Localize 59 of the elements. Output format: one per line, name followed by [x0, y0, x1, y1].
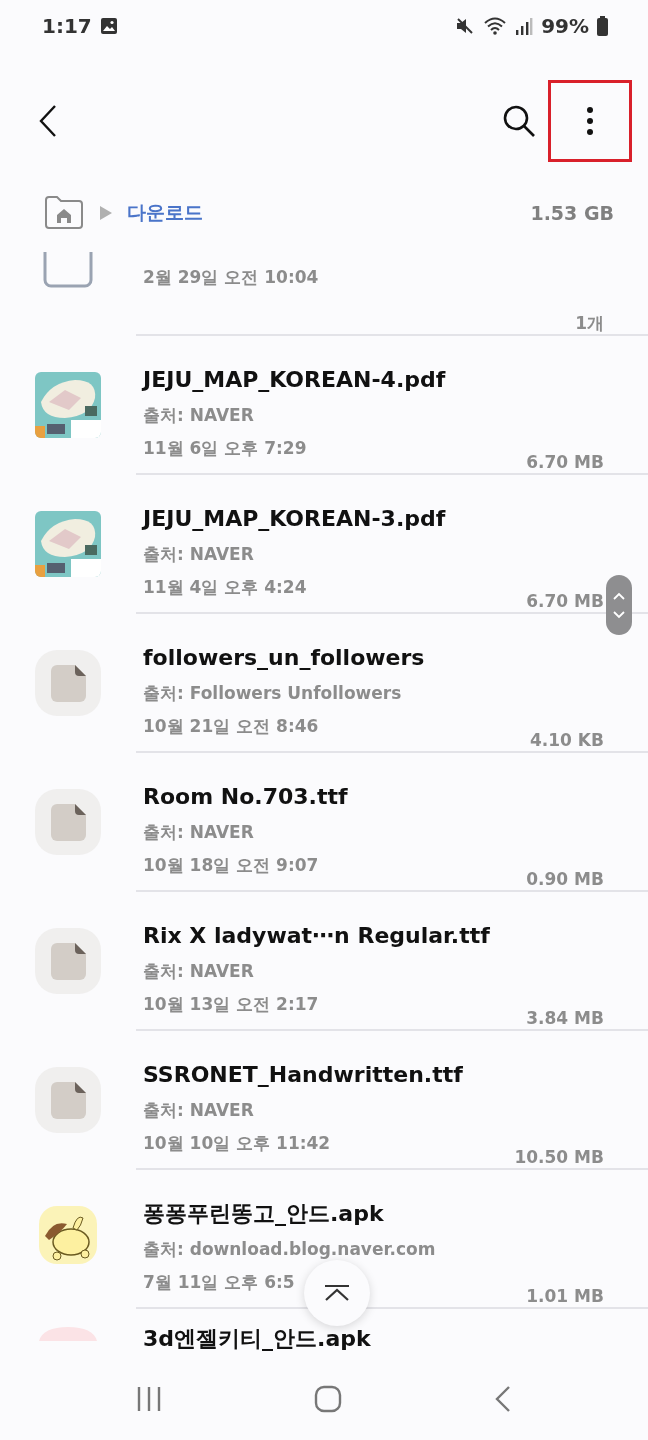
search-button[interactable] [502, 104, 536, 138]
battery-level: 99% [541, 14, 589, 38]
file-source: 출처: download.blog.naver.com [143, 1238, 436, 1262]
file-size: 1개 [575, 312, 604, 334]
back-button[interactable] [38, 104, 58, 138]
file-name: JEJU_MAP_KOREAN-4.pdf [143, 366, 447, 394]
more-options-button[interactable] [548, 80, 632, 162]
file-source: 출처: NAVER [143, 543, 254, 567]
breadcrumb-item[interactable]: 다운로드 [127, 200, 203, 226]
battery-icon [597, 16, 608, 36]
wifi-icon [483, 16, 508, 36]
file-size: 10.50 MB [514, 1146, 604, 1168]
caret-icon [99, 205, 113, 221]
back-nav-button[interactable] [494, 1385, 512, 1413]
file-name: 퐁퐁푸린똥고_안드.apk [143, 1200, 385, 1228]
storage-size: 1.53 GB [530, 202, 614, 224]
home-folder-icon[interactable] [43, 196, 85, 230]
file-size: 6.70 MB [526, 590, 604, 612]
scroll-to-top-button[interactable] [304, 1260, 370, 1326]
file-source: 출처: NAVER [143, 1099, 254, 1123]
file-name: SSRONET_Handwritten.ttf [143, 1061, 464, 1089]
file-size: 4.10 KB [530, 729, 604, 751]
file-size: 6.70 MB [526, 451, 604, 473]
file-name: Room No.703.ttf [143, 783, 349, 811]
image-icon [99, 17, 118, 35]
scroll-top-icon [323, 1284, 351, 1302]
back-icon [38, 104, 58, 138]
status-time: 1:17 [42, 14, 92, 38]
document-icon [35, 1067, 101, 1133]
file-date: 10월 18일 오전 9:07 [143, 853, 319, 877]
file-size: 1.01 MB [526, 1285, 604, 1307]
file-date: 10월 21일 오전 8:46 [143, 714, 319, 738]
file-date: 10월 13일 오전 2:17 [143, 992, 319, 1016]
file-date: 11월 6일 오후 7:29 [143, 436, 307, 460]
recent-apps-button[interactable] [136, 1386, 162, 1412]
app-icon [39, 1327, 97, 1341]
scroll-handle[interactable] [606, 575, 632, 635]
file-source: 출처: Followers Unfollowers [143, 682, 402, 706]
file-name: followers_un_followers [143, 644, 426, 672]
search-icon [502, 104, 536, 138]
file-name: JEJU_MAP_KOREAN-3.pdf [143, 505, 447, 533]
signal-icon [515, 16, 534, 36]
document-icon [35, 928, 101, 994]
file-name: 3d엔젤키티_안드.apk [143, 1325, 372, 1353]
more-icon [586, 106, 594, 136]
file-date: 11월 4일 오후 4:24 [143, 575, 307, 599]
document-icon [35, 650, 101, 716]
file-date: 7월 11일 오후 6:5 [143, 1270, 295, 1294]
file-date: 10월 10일 오후 11:42 [143, 1131, 331, 1155]
home-button[interactable] [314, 1385, 342, 1413]
file-name: Rix X ladywat⋯n Regular.ttf [143, 922, 491, 950]
file-source: 출처: NAVER [143, 821, 254, 845]
file-source: 출처: NAVER [143, 404, 254, 428]
file-size: 3.84 MB [526, 1007, 604, 1029]
file-date: 2월 29일 오전 10:04 [143, 266, 319, 289]
document-icon [35, 789, 101, 855]
folder-icon [42, 252, 94, 288]
file-size: 0.90 MB [526, 868, 604, 890]
file-source: 출처: NAVER [143, 960, 254, 984]
